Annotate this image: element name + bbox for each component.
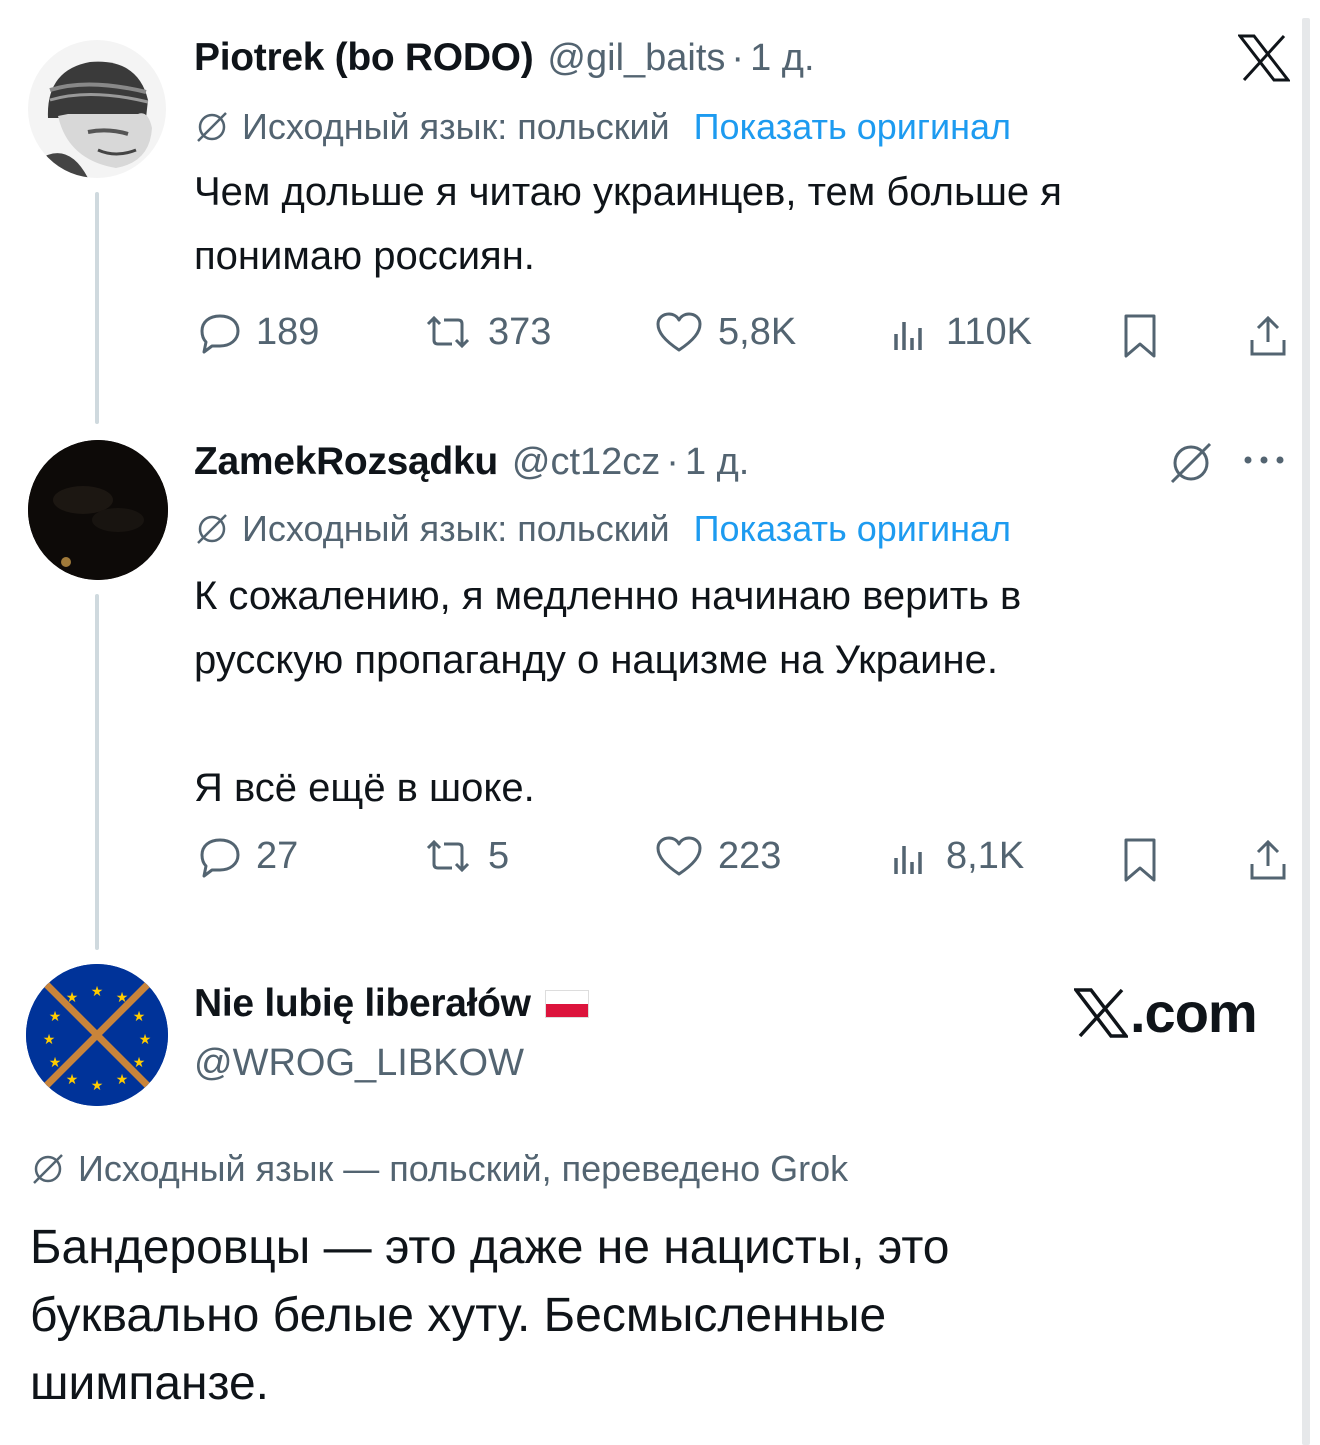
svg-text:★: ★ bbox=[133, 1009, 146, 1025]
separator-dot: · bbox=[731, 37, 745, 79]
author-handle[interactable]: @gil_baits bbox=[547, 37, 725, 80]
author-name[interactable]: Nie lubię liberałów bbox=[194, 982, 531, 1026]
repost-button[interactable]: 373 bbox=[422, 310, 551, 354]
x-logo-icon bbox=[1074, 987, 1128, 1038]
svg-text:★: ★ bbox=[133, 1055, 146, 1071]
like-count: 223 bbox=[718, 834, 782, 877]
avatar[interactable] bbox=[28, 40, 166, 178]
bookmark-icon[interactable] bbox=[1120, 836, 1160, 884]
like-icon bbox=[656, 312, 702, 352]
author-handle[interactable]: @WROG_LIBKOW bbox=[194, 1042, 524, 1085]
no-translate-icon[interactable] bbox=[1166, 438, 1216, 488]
translation-note: Исходный язык — польский, переведено Gro… bbox=[30, 1148, 848, 1190]
thread-line bbox=[95, 192, 99, 424]
repost-button[interactable]: 5 bbox=[422, 834, 509, 878]
show-original-link[interactable]: Показать оригинал bbox=[694, 508, 1011, 550]
no-translate-icon bbox=[197, 514, 227, 544]
svg-text:★: ★ bbox=[66, 990, 79, 1006]
svg-text:★: ★ bbox=[116, 990, 129, 1006]
tweet-text: Чем дольше я читаю украинцев, тем больше… bbox=[194, 170, 1062, 278]
like-button[interactable]: 5,8K bbox=[654, 310, 796, 354]
views-button[interactable]: 8,1K bbox=[888, 834, 1024, 878]
share-icon[interactable] bbox=[1246, 836, 1290, 884]
flag-poland-icon bbox=[544, 990, 589, 1018]
translation-note: Исходный язык: польский Показать оригина… bbox=[194, 508, 1011, 550]
repost-icon bbox=[426, 315, 470, 349]
quote-text: Бандеровцы — это даже не нацисты, это бу… bbox=[30, 1221, 950, 1410]
svg-text:★: ★ bbox=[49, 1055, 62, 1071]
views-count: 8,1K bbox=[946, 834, 1025, 877]
reply-count: 189 bbox=[256, 310, 320, 353]
repost-count: 5 bbox=[488, 834, 510, 877]
avatar[interactable]: ★ ★ ★ ★ ★ ★ ★ ★ ★ ★ ★ ★ bbox=[26, 964, 168, 1106]
svg-text:★: ★ bbox=[49, 1009, 62, 1025]
tweet-actions: 189 373 5,8K 110K bbox=[194, 306, 1294, 366]
reply-count: 27 bbox=[256, 834, 299, 877]
tweet-header: ZamekRozsądku @ct12cz · 1 д. bbox=[194, 440, 749, 484]
translation-note: Исходный язык: польский Показать оригина… bbox=[194, 106, 1011, 148]
separator-dot: · bbox=[666, 441, 679, 483]
views-count: 110K bbox=[946, 310, 1032, 353]
no-translate-icon bbox=[33, 1154, 63, 1184]
scrollbar[interactable] bbox=[1302, 18, 1310, 1445]
views-icon bbox=[894, 322, 922, 350]
no-translate-icon bbox=[197, 112, 227, 142]
like-button[interactable]: 223 bbox=[654, 834, 781, 878]
translation-language: Исходный язык: польский bbox=[242, 106, 670, 147]
repost-icon bbox=[426, 839, 470, 873]
author-handle[interactable]: @ct12cz bbox=[512, 441, 660, 484]
svg-text:★: ★ bbox=[139, 1032, 152, 1048]
thread-line bbox=[95, 594, 99, 950]
author-name[interactable]: Piotrek (bo RODO) bbox=[194, 36, 534, 80]
svg-text:★: ★ bbox=[116, 1072, 129, 1088]
bookmark-icon[interactable] bbox=[1120, 312, 1160, 360]
translation-language: Исходный язык: польский bbox=[242, 508, 670, 549]
tweet-text: К сожалению, я медленно начинаю верить в… bbox=[194, 574, 1022, 810]
timestamp[interactable]: 1 д. bbox=[750, 37, 814, 80]
svg-text:★: ★ bbox=[66, 1072, 79, 1088]
reply-button[interactable]: 27 bbox=[198, 834, 298, 878]
views-button[interactable]: 110K bbox=[888, 310, 1032, 354]
tweet-actions: 27 5 223 8,1K bbox=[194, 830, 1294, 890]
avatar[interactable] bbox=[28, 440, 168, 580]
x-com-logo: .com bbox=[1074, 980, 1258, 1045]
more-icon[interactable] bbox=[1242, 452, 1286, 468]
reply-button[interactable]: 189 bbox=[198, 310, 319, 354]
tweet-header: Piotrek (bo RODO) @gil_baits · 1 д. bbox=[194, 36, 815, 80]
svg-text:★: ★ bbox=[43, 1032, 56, 1048]
author-name[interactable]: ZamekRozsądku bbox=[194, 440, 498, 484]
x-logo-icon bbox=[1238, 34, 1290, 82]
translation-language: Исходный язык — польский, переведено Gro… bbox=[78, 1148, 849, 1189]
show-original-link[interactable]: Показать оригинал bbox=[694, 106, 1011, 148]
reply-icon bbox=[200, 314, 240, 354]
like-count: 5,8K bbox=[718, 310, 797, 353]
like-icon bbox=[656, 836, 702, 876]
share-icon[interactable] bbox=[1246, 312, 1290, 360]
timestamp[interactable]: 1 д. bbox=[685, 441, 749, 484]
views-icon bbox=[894, 846, 922, 874]
svg-text:★: ★ bbox=[91, 984, 104, 1000]
svg-text:★: ★ bbox=[91, 1078, 104, 1094]
quote-header: Nie lubię liberałów bbox=[194, 982, 589, 1026]
repost-count: 373 bbox=[488, 310, 552, 353]
reply-icon bbox=[200, 838, 240, 878]
x-com-text: .com bbox=[1130, 981, 1258, 1044]
